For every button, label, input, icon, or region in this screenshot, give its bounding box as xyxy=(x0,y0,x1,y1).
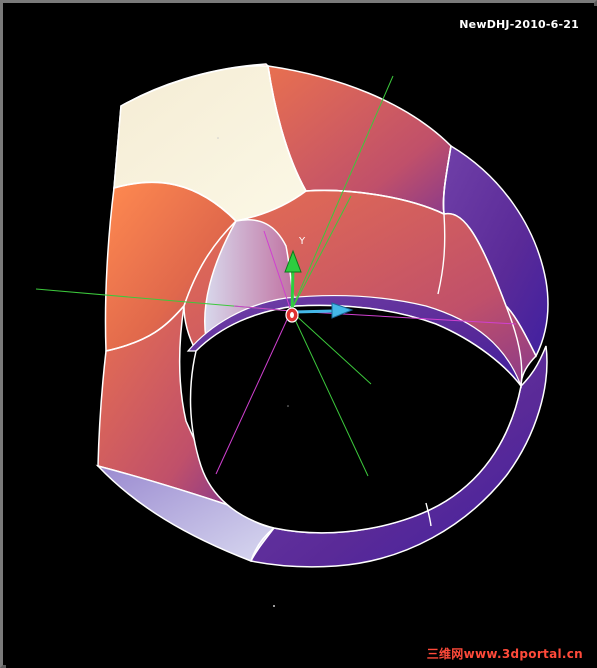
watermark-cn: 三维网 xyxy=(426,647,464,661)
reference-dot xyxy=(273,605,275,607)
triad-x-axis xyxy=(293,309,335,314)
3d-viewport[interactable]: Y NewDHJ-2010-6-21 三维网www.3dportal.cn xyxy=(6,6,597,668)
triad-y-axis xyxy=(290,267,295,313)
watermark-url: www.3dportal.cn xyxy=(463,647,583,661)
ring-model[interactable]: Y xyxy=(6,6,597,668)
triad-y-label: Y xyxy=(298,236,306,247)
viewport-stamp: NewDHJ-2010-6-21 xyxy=(459,18,579,31)
viewport-frame: Y NewDHJ-2010-6-21 三维网www.3dportal.cn xyxy=(0,0,597,668)
watermark: 三维网www.3dportal.cn xyxy=(427,645,583,662)
